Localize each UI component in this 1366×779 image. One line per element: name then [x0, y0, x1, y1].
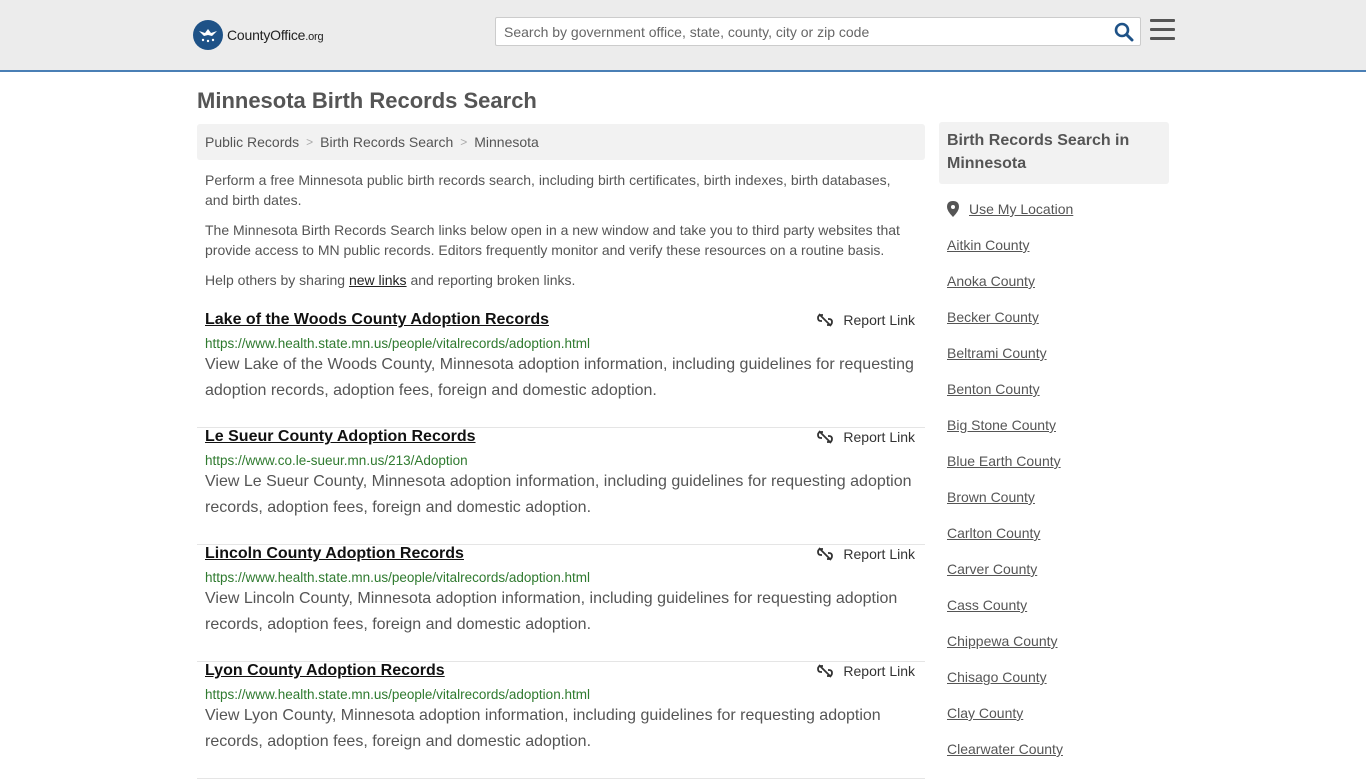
list-item: Benton County: [947, 381, 1063, 417]
breadcrumb-minnesota[interactable]: Minnesota: [474, 134, 539, 150]
county-link[interactable]: Cass County: [947, 597, 1027, 613]
breadcrumb-public-records[interactable]: Public Records: [205, 134, 299, 150]
result-description: View Lyon County, Minnesota adoption inf…: [205, 707, 881, 750]
report-link-label: Report Link: [843, 546, 915, 562]
search-input[interactable]: [496, 18, 1106, 45]
result-url: https://www.co.le-sueur.mn.us/213/Adopti…: [205, 453, 468, 468]
list-item: Anoka County: [947, 273, 1063, 309]
county-link[interactable]: Carver County: [947, 561, 1037, 577]
logo-text: CountyOffice.org: [227, 27, 324, 43]
result-title-link[interactable]: Lake of the Woods County Adoption Record…: [205, 311, 549, 329]
county-list: Aitkin County Anoka County Becker County…: [947, 237, 1063, 777]
county-link[interactable]: Chippewa County: [947, 633, 1058, 649]
page-title: Minnesota Birth Records Search: [197, 88, 537, 113]
report-link-button[interactable]: Report Link: [817, 546, 915, 562]
logo-name: CountyOffice: [227, 27, 306, 43]
broken-link-icon: [817, 664, 834, 678]
result-item: Lyon County Adoption Records Report Link…: [197, 662, 925, 779]
eagle-icon: [193, 20, 223, 50]
county-link[interactable]: Clay County: [947, 705, 1023, 721]
result-title-link[interactable]: Lincoln County Adoption Records: [205, 545, 464, 563]
report-link-label: Report Link: [843, 429, 915, 445]
breadcrumb-birth-records[interactable]: Birth Records Search: [320, 134, 453, 150]
intro-paragraph-2: The Minnesota Birth Records Search links…: [205, 222, 900, 258]
county-link[interactable]: Anoka County: [947, 273, 1035, 289]
result-item: Le Sueur County Adoption Records Report …: [197, 428, 925, 545]
county-link[interactable]: Chisago County: [947, 669, 1047, 685]
list-item: Carlton County: [947, 525, 1063, 561]
county-link[interactable]: Becker County: [947, 309, 1039, 325]
list-item: Big Stone County: [947, 417, 1063, 453]
county-link[interactable]: Big Stone County: [947, 417, 1056, 433]
list-item: Brown County: [947, 489, 1063, 525]
map-pin-icon: [947, 201, 959, 217]
report-link-button[interactable]: Report Link: [817, 312, 915, 328]
hamburger-menu-icon[interactable]: [1150, 19, 1175, 41]
search-button[interactable]: [1114, 22, 1134, 42]
site-header: CountyOffice.org: [0, 0, 1366, 72]
result-description: View Le Sueur County, Minnesota adoption…: [205, 473, 912, 516]
result-url: https://www.health.state.mn.us/people/vi…: [205, 570, 590, 585]
chevron-right-icon: >: [306, 135, 314, 149]
result-item: Lincoln County Adoption Records Report L…: [197, 545, 925, 662]
result-url: https://www.health.state.mn.us/people/vi…: [205, 687, 590, 702]
report-link-label: Report Link: [843, 312, 915, 328]
county-link[interactable]: Blue Earth County: [947, 453, 1061, 469]
result-description: View Lake of the Woods County, Minnesota…: [205, 356, 914, 399]
county-link[interactable]: Carlton County: [947, 525, 1040, 541]
intro-paragraph-3: Help others by sharing new links and rep…: [205, 272, 576, 288]
breadcrumb: Public Records > Birth Records Search > …: [197, 124, 925, 160]
broken-link-icon: [817, 430, 834, 444]
broken-link-icon: [817, 313, 834, 327]
logo-suffix: .org: [305, 31, 324, 43]
use-my-location-label: Use My Location: [969, 201, 1074, 217]
list-item: Carver County: [947, 561, 1063, 597]
county-link[interactable]: Benton County: [947, 381, 1040, 397]
chevron-right-icon: >: [460, 135, 468, 149]
list-item: Cass County: [947, 597, 1063, 633]
list-item: Becker County: [947, 309, 1063, 345]
search-icon: [1114, 22, 1134, 42]
list-item: Clearwater County: [947, 741, 1063, 777]
site-logo[interactable]: CountyOffice.org: [193, 20, 324, 50]
report-link-button[interactable]: Report Link: [817, 663, 915, 679]
use-my-location-link[interactable]: Use My Location: [947, 201, 1073, 217]
result-item: Lake of the Woods County Adoption Record…: [197, 311, 925, 428]
list-item: Beltrami County: [947, 345, 1063, 381]
county-link[interactable]: Beltrami County: [947, 345, 1047, 361]
list-item: Clay County: [947, 705, 1063, 741]
report-link-label: Report Link: [843, 663, 915, 679]
list-item: Chippewa County: [947, 633, 1063, 669]
list-item: Aitkin County: [947, 237, 1063, 273]
intro-paragraph-1: Perform a free Minnesota public birth re…: [205, 172, 891, 208]
county-link[interactable]: Clearwater County: [947, 741, 1063, 757]
result-description: View Lincoln County, Minnesota adoption …: [205, 590, 898, 633]
report-link-button[interactable]: Report Link: [817, 429, 915, 445]
list-item: Blue Earth County: [947, 453, 1063, 489]
result-url: https://www.health.state.mn.us/people/vi…: [205, 336, 590, 351]
search-box: [495, 17, 1141, 46]
county-link[interactable]: Brown County: [947, 489, 1035, 505]
new-links-link[interactable]: new links: [349, 272, 407, 288]
list-item: Chisago County: [947, 669, 1063, 705]
broken-link-icon: [817, 547, 834, 561]
sidebar-heading: Birth Records Search in Minnesota: [939, 122, 1169, 184]
result-title-link[interactable]: Lyon County Adoption Records: [205, 662, 445, 680]
county-link[interactable]: Aitkin County: [947, 237, 1029, 253]
result-title-link[interactable]: Le Sueur County Adoption Records: [205, 428, 476, 446]
